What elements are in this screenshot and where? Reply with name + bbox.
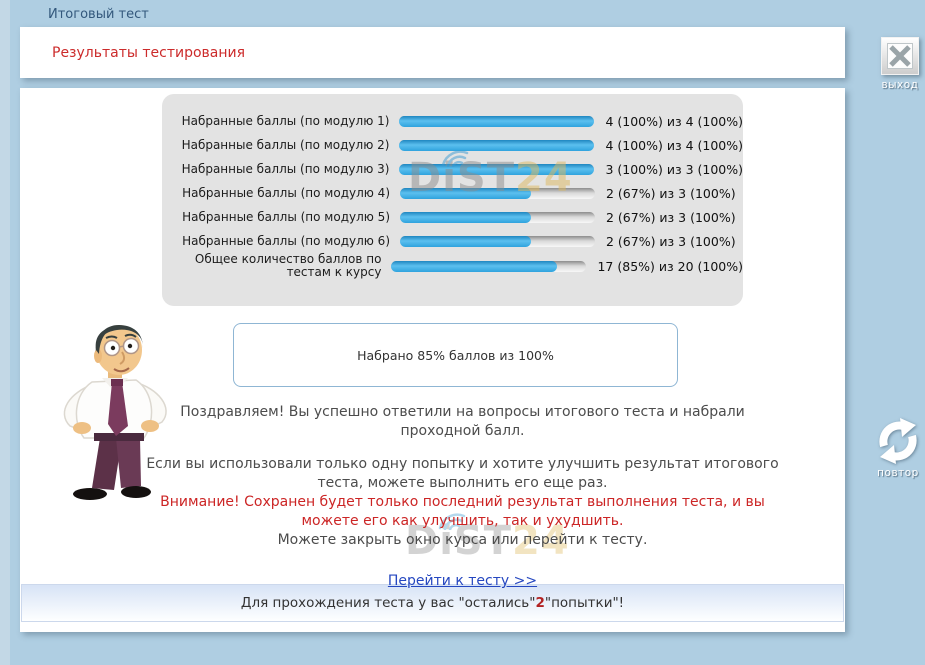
table-row: Набранные баллы (по модулю 1) 4 (100%) и… [162, 109, 743, 133]
table-row: Набранные баллы (по модулю 6) 2 (67%) из… [162, 229, 743, 253]
warning-text: Внимание! Сохранен будет только последни… [140, 493, 785, 531]
bar-fill [400, 212, 531, 223]
stat-label: Общее количество баллов по тестам к курс… [162, 253, 381, 279]
attempts-text-prefix: Для прохождения теста у вас "остались" [241, 595, 536, 611]
page-title: Результаты тестирования [52, 45, 245, 61]
stat-value: 3 (100%) из 3 (100%) [605, 162, 743, 177]
stat-value: 2 (67%) из 3 (100%) [606, 186, 736, 201]
stat-label: Набранные баллы (по модулю 4) [162, 187, 390, 200]
refresh-arrows-icon [872, 415, 924, 467]
go-to-test-link[interactable]: Перейти к тесту >> [388, 573, 537, 589]
bar-fill [399, 116, 594, 127]
close-x-icon [887, 43, 913, 69]
stat-label: Набранные баллы (по модулю 5) [162, 211, 390, 224]
retry-info-text: Если вы использовали только одну попытку… [140, 455, 785, 493]
link-row: Перейти к тесту >> [140, 572, 785, 591]
progress-bar-track [399, 140, 594, 151]
exit-button-label[interactable]: выход [873, 79, 925, 91]
table-row: Общее количество баллов по тестам к курс… [162, 253, 743, 279]
stat-label: Набранные баллы (по модулю 6) [162, 235, 390, 248]
attempts-text-suffix: "попытки"! [545, 595, 624, 611]
left-edge-strip [0, 0, 10, 665]
attempts-count: 2 [535, 595, 544, 611]
stat-label: Набранные баллы (по модулю 3) [162, 163, 389, 176]
window-title: Итоговый тест [48, 7, 149, 22]
exit-button[interactable] [881, 37, 919, 75]
stat-value: 4 (100%) из 4 (100%) [605, 114, 743, 129]
test-results-page: Итоговый тест Результаты тестирования вы… [0, 0, 925, 665]
stat-value: 2 (67%) из 3 (100%) [606, 234, 736, 249]
stat-value: 4 (100%) из 4 (100%) [605, 138, 743, 153]
results-header-panel: Результаты тестирования [20, 27, 845, 78]
repeat-button-label[interactable]: повтор [871, 467, 925, 479]
stat-value: 17 (85%) из 20 (100%) [597, 259, 743, 274]
stat-label: Набранные баллы (по модулю 1) [162, 115, 389, 128]
score-percent-box: Набрано 85% баллов из 100% [233, 323, 678, 387]
result-message-block: Поздравляем! Вы успешно ответили на вопр… [140, 403, 785, 591]
congrats-text: Поздравляем! Вы успешно ответили на вопр… [140, 403, 785, 441]
table-row: Набранные баллы (по модулю 5) 2 (67%) из… [162, 205, 743, 229]
progress-bar-track [399, 116, 594, 127]
bar-fill [399, 140, 594, 151]
stat-label: Набранные баллы (по модулю 2) [162, 139, 389, 152]
dist24-watermark: DiST24 [408, 158, 573, 198]
score-percent-text: Набрано 85% баллов из 100% [357, 348, 554, 363]
watermark-text-yellow: 24 [515, 155, 573, 201]
bar-fill [391, 261, 557, 272]
progress-bar-track [400, 236, 595, 247]
stat-value: 2 (67%) из 3 (100%) [606, 210, 736, 225]
wifi-icon [439, 143, 471, 167]
bar-fill [400, 236, 531, 247]
progress-bar-track [400, 212, 595, 223]
progress-bar-track [391, 261, 586, 272]
repeat-button[interactable] [872, 415, 924, 467]
close-info-text: Можете закрыть окно курса или перейти к … [140, 531, 785, 550]
